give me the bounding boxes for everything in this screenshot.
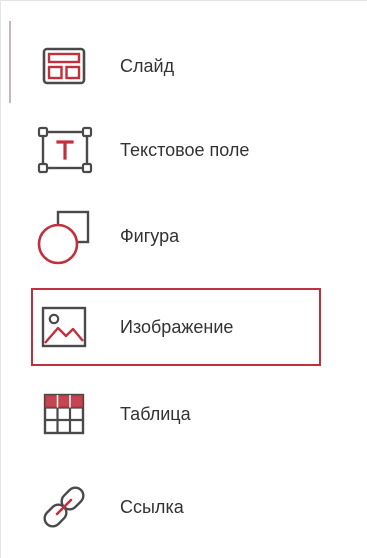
insert-menu: Слайд Текстовое поле Фигура Изображение … [0, 0, 367, 558]
image-icon [31, 288, 97, 366]
left-accent-bar [9, 21, 11, 103]
menu-item-shape[interactable]: Фигура [31, 200, 321, 272]
menu-item-link[interactable]: Ссылка [31, 471, 321, 543]
menu-item-label: Таблица [120, 403, 191, 424]
table-icon [31, 378, 97, 450]
menu-item-label: Фигура [120, 225, 180, 246]
menu-item-label: Ссылка [120, 496, 184, 517]
link-icon [31, 471, 97, 543]
shape-icon [31, 200, 97, 272]
menu-item-text-box[interactable]: Текстовое поле [31, 114, 321, 186]
menu-item-image[interactable]: Изображение [31, 288, 321, 366]
text-box-icon [31, 114, 97, 186]
menu-item-label: Изображение [120, 316, 234, 337]
slide-layout-icon [31, 30, 97, 102]
menu-item-label: Текстовое поле [120, 139, 250, 160]
menu-item-slide[interactable]: Слайд [31, 30, 321, 102]
menu-item-label: Слайд [120, 55, 175, 76]
menu-item-table[interactable]: Таблица [31, 378, 321, 450]
